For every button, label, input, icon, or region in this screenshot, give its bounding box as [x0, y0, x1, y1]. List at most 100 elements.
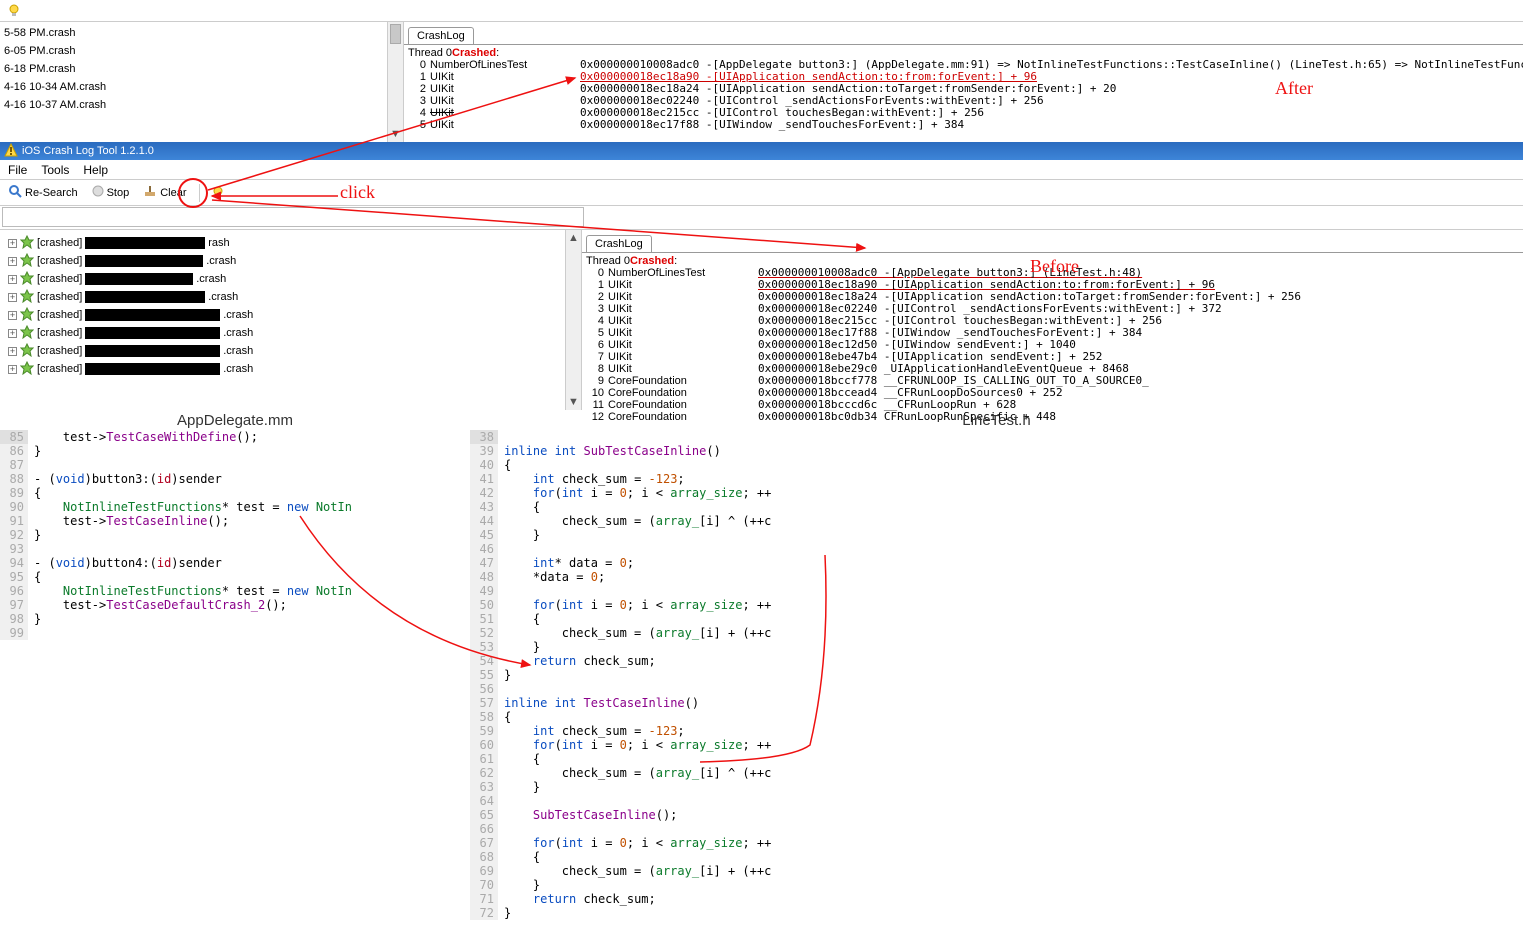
expand-icon[interactable]: +	[8, 257, 17, 266]
redacted-block	[85, 309, 220, 321]
expand-icon[interactable]: +	[8, 293, 17, 302]
scroll-thumb[interactable]	[390, 24, 401, 44]
tree-row[interactable]: +[crashed] .crash	[8, 306, 581, 324]
code-line: 54 return check_sum;	[470, 654, 1523, 668]
tab-crashlog-before[interactable]: CrashLog	[586, 235, 652, 252]
code-line: 64	[470, 794, 1523, 808]
code-line: 44 check_sum = (array_[i] ^ (++c	[470, 514, 1523, 528]
scroll-down-icon[interactable]: ▼	[566, 394, 581, 410]
file-suffix: .crash	[206, 255, 236, 267]
top-toolbar	[0, 0, 1523, 22]
tree-row[interactable]: + [crashed] .crash	[8, 360, 581, 378]
file-suffix: .crash	[223, 363, 253, 375]
file-suffix: .crash	[223, 327, 253, 339]
search-row	[0, 206, 1523, 230]
expand-icon[interactable]: +	[8, 347, 17, 356]
code-line: 71 return check_sum;	[470, 892, 1523, 906]
code-line: 60 for(int i = 0; i < array_size; ++	[470, 738, 1523, 752]
expand-icon[interactable]: +	[8, 239, 17, 248]
code-line: 99	[0, 626, 470, 640]
file-suffix: rash	[208, 237, 229, 249]
crash-file-item[interactable]: 6-05 PM.crash	[4, 42, 403, 60]
research-button[interactable]: Re-Search	[4, 182, 82, 203]
tree-row[interactable]: +[crashed] rash	[8, 234, 581, 252]
scrollbar-vertical[interactable]: ▲ ▼	[565, 230, 581, 410]
code-line: 38	[470, 430, 1523, 444]
crashed-tag: [crashed]	[37, 345, 82, 357]
bulb-icon[interactable]	[8, 4, 20, 18]
crash-icon	[20, 307, 34, 324]
code-line: 45 }	[470, 528, 1523, 542]
crash-tree-panel: +[crashed] rash+[crashed] .crash+[crashe…	[0, 230, 582, 410]
code-line: 91 test->TestCaseInline();	[0, 514, 470, 528]
expand-icon[interactable]: +	[8, 311, 17, 320]
code-line: 72}	[470, 906, 1523, 920]
code-pane-left: AppDelegate.mm 85 test->TestCaseWithDefi…	[0, 410, 470, 920]
bulb-icon	[212, 186, 224, 200]
crash-file-item[interactable]: 4-16 10-37 AM.crash	[4, 96, 403, 114]
code-line: 55}	[470, 668, 1523, 682]
crash-file-item[interactable]: 5-58 PM.crash	[4, 24, 403, 42]
search-input[interactable]	[2, 207, 584, 227]
scroll-up-icon[interactable]: ▲	[566, 230, 581, 246]
code-line: 90 NotInlineTestFunctions* test = new No…	[0, 500, 470, 514]
code-line: 87	[0, 458, 470, 472]
code-line: 86}	[0, 444, 470, 458]
file-suffix: .crash	[208, 291, 238, 303]
code-line: 46	[470, 542, 1523, 556]
code-line: 39inline int SubTestCaseInline()	[470, 444, 1523, 458]
tree-row[interactable]: +[crashed] .crash	[8, 252, 581, 270]
crash-file-item[interactable]: 4-16 10-34 AM.crash	[4, 78, 403, 96]
crash-icon	[20, 271, 34, 288]
crash-icon	[20, 325, 34, 342]
clear-label: Clear	[160, 187, 186, 199]
menu-help[interactable]: Help	[83, 163, 108, 177]
crash-icon	[20, 289, 34, 306]
code-title-left: AppDelegate.mm	[0, 410, 470, 430]
scrollbar-vertical[interactable]: ▲ ▼	[387, 22, 403, 142]
expand-icon[interactable]: +	[8, 275, 17, 284]
stop-button[interactable]: Stop	[88, 183, 134, 202]
tree-row[interactable]: +[crashed] .crash	[8, 270, 581, 288]
redacted-block	[85, 345, 220, 357]
redacted-block	[85, 363, 220, 375]
menu-file[interactable]: File	[8, 163, 27, 177]
symbolicate-button[interactable]	[208, 184, 228, 202]
code-line: 53 }	[470, 640, 1523, 654]
tree-row[interactable]: + [crashed] .crash	[8, 324, 581, 342]
code-line: 89{	[0, 486, 470, 500]
code-line: 69 check_sum = (array_[i] + (++c	[470, 864, 1523, 878]
log-row[interactable]: 10CoreFoundation0x000000018bccead4 __CFR…	[586, 387, 1519, 399]
code-line: 48 *data = 0;	[470, 570, 1523, 584]
crashed-tag: [crashed]	[37, 363, 82, 375]
code-title-right: LineTest.h	[470, 410, 1523, 430]
crashed-tag: [crashed]	[37, 327, 82, 339]
file-suffix: .crash	[223, 345, 253, 357]
tab-crashlog-after[interactable]: CrashLog	[408, 27, 474, 44]
code-line: 63 }	[470, 780, 1523, 794]
code-line: 62 check_sum = (array_[i] ^ (++c	[470, 766, 1523, 780]
warning-icon	[4, 143, 18, 160]
stop-icon	[92, 185, 104, 200]
scroll-down-icon[interactable]: ▼	[388, 126, 403, 142]
tree-row[interactable]: + [crashed] .crash	[8, 342, 581, 360]
expand-icon[interactable]: +	[8, 329, 17, 338]
code-line: 41 int check_sum = -123;	[470, 472, 1523, 486]
code-line: 57inline int TestCaseInline()	[470, 696, 1523, 710]
crash-file-item[interactable]: 6-18 PM.crash	[4, 60, 403, 78]
magnifier-icon	[8, 184, 22, 201]
code-line: 85 test->TestCaseWithDefine();	[0, 430, 470, 444]
crashed-tag: [crashed]	[37, 273, 82, 285]
crash-file-list-panel: 5-58 PM.crash6-05 PM.crash6-18 PM.crash4…	[0, 22, 404, 142]
redacted-block	[85, 255, 203, 267]
crash-icon	[20, 343, 34, 360]
clear-button[interactable]: Clear	[139, 182, 190, 203]
code-line: 93	[0, 542, 470, 556]
tree-row[interactable]: +[crashed] .crash	[8, 288, 581, 306]
code-line: 49	[470, 584, 1523, 598]
menu-tools[interactable]: Tools	[41, 163, 69, 177]
expand-icon[interactable]: +	[8, 365, 17, 374]
code-line: 70 }	[470, 878, 1523, 892]
log-row[interactable]: 5UIKit0x000000018ec17f88 -[UIWindow _sen…	[408, 119, 1519, 131]
redacted-block	[85, 327, 220, 339]
